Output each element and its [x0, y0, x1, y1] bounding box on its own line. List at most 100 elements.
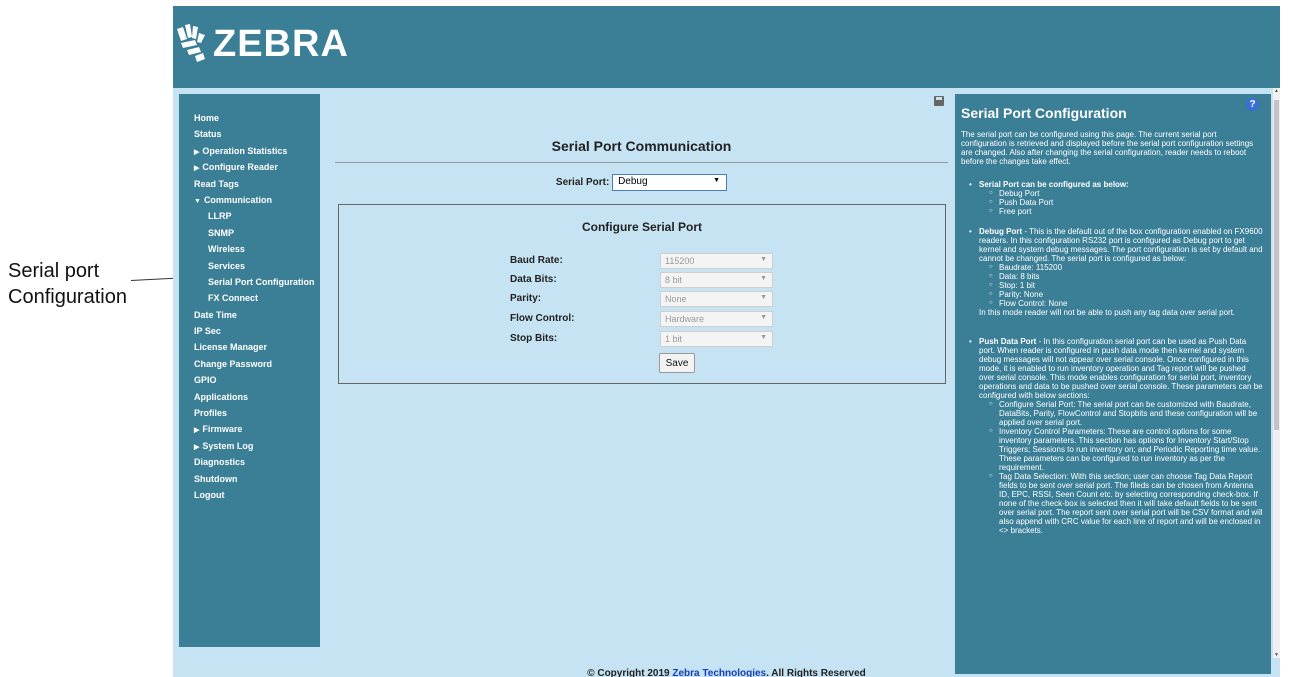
help-icon[interactable]: ? [1246, 98, 1259, 111]
footer-suffix: . All Rights Reserved [766, 668, 866, 677]
sidebar-item-home[interactable]: Home [179, 110, 320, 126]
sidebar-item-diagnostics[interactable]: Diagnostics [179, 454, 320, 470]
sidebar-item-services[interactable]: Services [179, 258, 320, 274]
chevron-down-icon: ▼ [760, 314, 767, 321]
zebra-head-icon [177, 24, 205, 62]
sidebar-item-label: Firmware [202, 424, 243, 435]
list-item: Tag Data Selection: With this section; u… [989, 472, 1263, 535]
footer-link[interactable]: Zebra Technologies [672, 668, 766, 677]
serial-port-label: Serial Port: [555, 177, 610, 189]
sidebar-item-label: Home [194, 113, 220, 123]
sidebar-item-label: Serial Port Configuration [208, 276, 315, 287]
data-bits-select[interactable]: 8 bit ▼ [660, 272, 773, 288]
push-heading: Push Data Port [979, 337, 1037, 346]
list-item: Parity: None [989, 290, 1263, 299]
sidebar-item-date-time[interactable]: Date Time [179, 307, 320, 323]
sidebar-item-label: LLRP [208, 211, 232, 222]
parity-row: Parity: None ▼ [510, 291, 830, 307]
sidebar-item-gpio[interactable]: GPIO [179, 372, 320, 388]
chevron-down-icon: ▼ [713, 177, 721, 184]
stop-bits-row: Stop Bits: 1 bit ▼ [510, 331, 830, 347]
sidebar-item-label: Services [208, 260, 246, 271]
sidebar-item-profiles[interactable]: Profiles [179, 405, 320, 421]
scroll-up-icon[interactable]: ▲ [1273, 88, 1280, 94]
sidebar-item-fx-connect[interactable]: FX Connect [179, 290, 320, 306]
sidebar-item-communication[interactable]: ▼ Communication [179, 192, 320, 208]
stop-bits-label: Stop Bits: [510, 333, 558, 344]
flow-control-value: Hardware [665, 314, 705, 324]
list-item: Baudrate: 115200 [989, 263, 1263, 272]
sidebar-item-label: Change Password [194, 358, 273, 369]
scroll-down-icon[interactable]: ▼ [1273, 652, 1280, 658]
sidebar-item-read-tags[interactable]: Read Tags [179, 176, 320, 192]
sidebar-item-label: System Log [202, 440, 254, 451]
flow-control-label: Flow Control: [510, 313, 575, 324]
sidebar-item-label: Wireless [208, 244, 245, 255]
stop-bits-value: 1 bit [665, 334, 683, 344]
list-item: Push Data Port [989, 198, 1263, 207]
sidebar-item-serial-port-configuration[interactable]: Serial Port Configuration [179, 274, 320, 290]
callout-line-2: Configuration [8, 286, 127, 308]
configure-serial-port-panel: Configure Serial Port Baud Rate: 115200 … [338, 204, 946, 384]
sidebar-item-logout[interactable]: Logout [179, 487, 320, 503]
stop-bits-select[interactable]: 1 bit ▼ [660, 331, 773, 347]
sidebar-item-configure-reader[interactable]: ▶ Configure Reader [179, 159, 320, 175]
scroll-thumb[interactable] [1274, 100, 1279, 430]
configurable-list: Debug PortPush Data PortFree port [989, 189, 1263, 216]
page-title: Serial Port Communication [551, 138, 732, 154]
sidebar-item-applications[interactable]: Applications [179, 389, 320, 405]
push-text: - In this configuration serial port can … [979, 337, 1263, 400]
footer-prefix: © Copyright 2019 [587, 668, 673, 677]
chevron-down-icon: ▼ [760, 334, 767, 341]
chevron-down-icon: ▼ [760, 256, 767, 263]
save-button[interactable]: Save [659, 353, 695, 373]
sidebar-item-wireless[interactable]: Wireless [179, 241, 320, 257]
sidebar-item-operation-statistics[interactable]: ▶ Operation Statistics [179, 143, 320, 159]
save-icon[interactable] [934, 96, 944, 106]
serial-port-value: Debug [618, 176, 648, 187]
sidebar-item-shutdown[interactable]: Shutdown [179, 471, 320, 487]
parity-select[interactable]: None ▼ [660, 291, 773, 307]
help-intro: The serial port can be configured using … [961, 130, 1254, 166]
sidebar-item-label: License Manager [194, 342, 268, 353]
sidebar-item-firmware[interactable]: ▶ Firmware [179, 421, 320, 437]
baud-rate-select[interactable]: 115200 ▼ [660, 253, 773, 269]
debug-note: In this mode reader will not be able to … [979, 308, 1236, 317]
data-bits-value: 8 bit [665, 275, 683, 285]
help-section-configurable: Serial Port can be configured as below: … [969, 180, 1263, 216]
reader-web-console: ZEBRA Home Status ▶ Operation Statistics ▶ Co… [173, 6, 1280, 677]
sidebar-item-label: Operation Statistics [202, 145, 288, 156]
chevron-down-icon: ▼ [760, 294, 767, 301]
serial-port-select[interactable]: Debug ▼ [612, 174, 728, 191]
chevron-down-icon: ▼ [760, 275, 767, 282]
help-list: Serial Port can be configured as below: … [969, 180, 1263, 535]
sidebar-item-label: Communication [203, 194, 272, 205]
sidebar-item-snmp[interactable]: SNMP [179, 225, 320, 241]
sidebar-item-llrp[interactable]: LLRP [179, 208, 320, 224]
list-item: Data: 8 bits [989, 272, 1263, 281]
sidebar-item-label: Profiles [194, 408, 228, 419]
sidebar-item-system-log[interactable]: ▶ System Log [179, 438, 320, 454]
baud-rate-row: Baud Rate: 115200 ▼ [510, 253, 830, 269]
sidebar-item-label: Logout [194, 489, 225, 500]
baud-rate-value: 115200 [665, 256, 695, 266]
serial-port-row: Serial Port: Debug ▼ [333, 174, 950, 191]
baud-rate-label: Baud Rate: [510, 255, 563, 266]
page-scrollbar[interactable]: ▲ ▼ [1273, 88, 1280, 658]
footer: © Copyright 2019 Zebra Technologies. All… [173, 668, 1280, 677]
data-bits-label: Data Bits: [510, 274, 557, 285]
main-content: Serial Port Communication Serial Port: D… [333, 94, 950, 654]
push-list: Configure Serial Port: The serial port c… [989, 400, 1263, 535]
sidebar-nav: Home Status ▶ Operation Statistics ▶ Configur… [179, 94, 320, 647]
flow-control-select[interactable]: Hardware ▼ [660, 311, 773, 327]
debug-list: Baudrate: 115200Data: 8 bitsStop: 1 bitP… [989, 263, 1263, 308]
configurable-heading: Serial Port can be configured as below: [979, 180, 1129, 189]
sidebar-item-change-password[interactable]: Change Password [179, 356, 320, 372]
sidebar-item-label: GPIO [194, 375, 217, 386]
sidebar-item-license-manager[interactable]: License Manager [179, 339, 320, 355]
sidebar-item-status[interactable]: Status [179, 126, 320, 142]
list-item: Configure Serial Port: The serial port c… [989, 400, 1263, 427]
caret-down-icon: ▼ [194, 197, 201, 205]
sidebar-item-ip-sec[interactable]: IP Sec [179, 323, 320, 339]
debug-text: - This is the default out of the box con… [979, 227, 1263, 263]
